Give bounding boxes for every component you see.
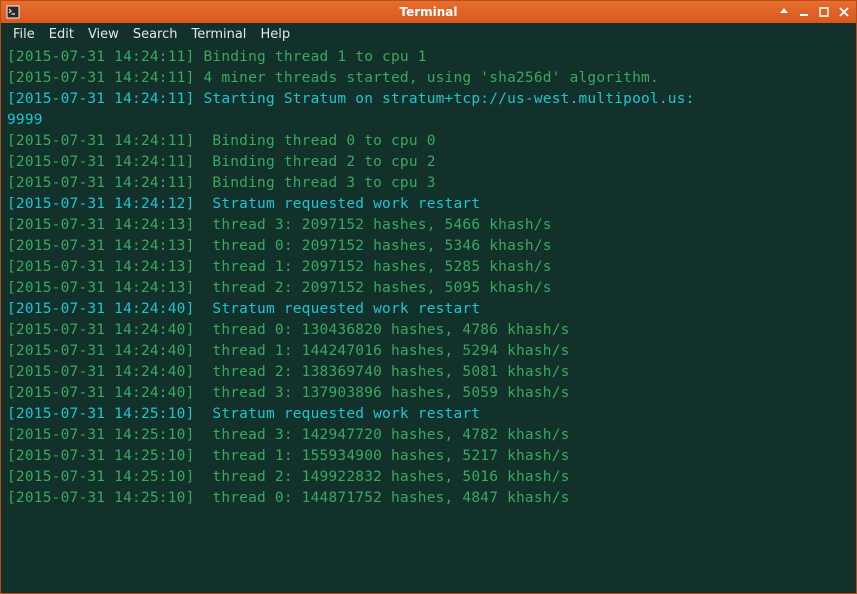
maximize-button[interactable] [817,5,831,19]
terminal-window: Terminal File Edit View Search Terminal … [0,0,857,594]
log-line: [2015-07-31 14:24:11] 4 miner threads st… [7,68,850,89]
menu-help[interactable]: Help [253,25,297,44]
menu-terminal[interactable]: Terminal [184,25,253,44]
minimize-button[interactable] [797,5,811,19]
log-line: [2015-07-31 14:24:40] thread 2: 13836974… [7,362,850,383]
log-line: [2015-07-31 14:24:13] thread 1: 2097152 … [7,257,850,278]
log-line: [2015-07-31 14:24:13] thread 2: 2097152 … [7,278,850,299]
log-line: [2015-07-31 14:24:13] thread 3: 2097152 … [7,215,850,236]
log-line: [2015-07-31 14:25:10] thread 2: 14992283… [7,467,850,488]
log-line: [2015-07-31 14:24:13] thread 0: 2097152 … [7,236,850,257]
menu-edit[interactable]: Edit [42,25,81,44]
log-line: [2015-07-31 14:24:11] Starting Stratum o… [7,89,850,110]
window-controls [777,5,851,19]
log-line: [2015-07-31 14:24:12] Stratum requested … [7,194,850,215]
window-title: Terminal [399,5,457,19]
titlebar: Terminal [1,1,856,23]
log-line: [2015-07-31 14:25:10] Stratum requested … [7,404,850,425]
app-icon [6,5,20,19]
log-line: 9999 [7,110,850,131]
menu-search[interactable]: Search [126,25,185,44]
terminal-output[interactable]: [2015-07-31 14:24:11] Binding thread 1 t… [1,45,856,593]
log-line: [2015-07-31 14:25:10] thread 3: 14294772… [7,425,850,446]
log-line: [2015-07-31 14:24:40] thread 0: 13043682… [7,320,850,341]
log-line: [2015-07-31 14:24:11] Binding thread 2 t… [7,152,850,173]
menubar: File Edit View Search Terminal Help [1,23,856,45]
menu-file[interactable]: File [6,25,42,44]
log-line: [2015-07-31 14:24:11] Binding thread 0 t… [7,131,850,152]
log-line: [2015-07-31 14:25:10] thread 1: 15593490… [7,446,850,467]
log-line: [2015-07-31 14:24:40] thread 1: 14424701… [7,341,850,362]
roll-up-button[interactable] [777,5,791,19]
close-button[interactable] [837,5,851,19]
log-line: [2015-07-31 14:25:10] thread 0: 14487175… [7,488,850,509]
log-line: [2015-07-31 14:24:40] Stratum requested … [7,299,850,320]
menu-view[interactable]: View [81,25,126,44]
log-line: [2015-07-31 14:24:11] Binding thread 3 t… [7,173,850,194]
log-line: [2015-07-31 14:24:11] Binding thread 1 t… [7,47,850,68]
log-line: [2015-07-31 14:24:40] thread 3: 13790389… [7,383,850,404]
